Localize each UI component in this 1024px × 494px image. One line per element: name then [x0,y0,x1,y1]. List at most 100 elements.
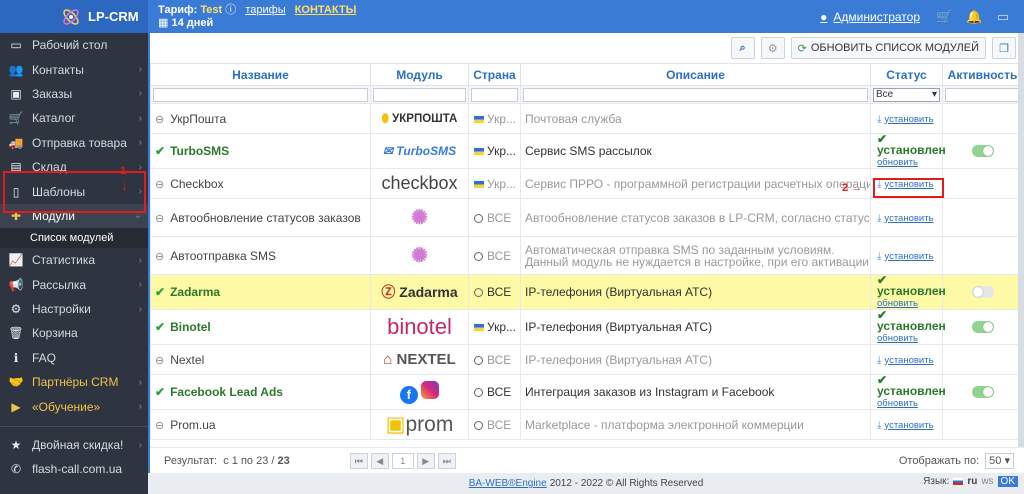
module-name: Nextel [170,352,205,367]
chevron-right-icon: › [138,376,142,388]
chat-icon[interactable]: ▭ [996,9,1010,24]
sidebar-item-education[interactable]: ▶ «Обучение» › [0,394,148,418]
brand-link[interactable]: BA-WEB®Engine [469,478,547,489]
col-status[interactable]: Статус [870,63,943,86]
description-line: Автоматическая отправка SMS по заданным … [525,242,835,257]
page-buttons: ⏮ ◀ 1 ▶ ⏭ [349,452,456,469]
sidebar-item-trash[interactable]: 🗑 Корзина [0,321,148,345]
sidebar-item-shipping[interactable]: 🚚 Отправка товара › [0,131,148,155]
refresh-modules-button[interactable]: ⟳ ОБНОВИТЬ СПИСОК МОДУЛЕЙ [790,37,986,59]
globe-icon [474,388,483,398]
table-row[interactable]: ✔ Binotel binotel Укр... IP-телефония (Ви… [150,309,1023,345]
check-circle-icon: ✔ [155,144,166,158]
language-label: Язык: [923,476,950,487]
tariffs-link[interactable]: тарифы [245,4,285,16]
logo[interactable]: LP-CRM [0,0,148,33]
per-page-value: 50 [989,454,1002,467]
col-module[interactable]: Модуль [370,63,469,86]
install-link[interactable]: установить [884,114,933,125]
activity-toggle[interactable] [971,386,994,398]
sidebar-item-settings[interactable]: ⚙ Настройки › [0,297,148,321]
sidebar-item-faq[interactable]: ℹ FAQ [0,346,148,370]
scrollbar[interactable] [1018,33,1024,473]
sidebar-item-contacts[interactable]: 👥 Контакты › [0,57,148,81]
sidebar-item-discount[interactable]: ★ Двойная скидка! › [0,433,148,457]
module-description: Marketplace - платформа электронной комм… [520,409,871,440]
modules-table: Название Модуль Страна Описание Статус А… [150,63,1023,440]
filter-country-input[interactable] [471,87,518,102]
filter-activity-input[interactable] [945,87,1020,102]
sidebar-item-partners[interactable]: 🤝 Партнёры CRM › [0,370,148,394]
settings-button[interactable]: ⚙ [760,37,785,59]
truck-icon: 🚚 [8,135,24,150]
table-row[interactable]: ⊖ УкрПошта ⬮ УКРПОШТА Укр... Почтовая слу… [150,103,1023,134]
copy-button[interactable]: ❐ [992,37,1016,59]
sidebar-item-catalog[interactable]: 🛒 Каталог › [0,106,148,130]
sidebar-item-label: Настройки [32,302,91,317]
table-row[interactable]: ⊖ Автообновление статусов заказов ✺ ВСЕ А… [150,198,1023,237]
table-row[interactable]: ⊖ Prom.ua ▣prom ВСЕ Marketplace - платфор… [150,409,1023,440]
table-row[interactable]: ✔ TurboSMS ✉ TurboSMS Укр... Сервис SMS р… [150,133,1023,169]
sidebar-item-flash-call[interactable]: ✆ flash-call.com.ua [0,457,148,481]
installed-status: установлен [877,143,946,157]
per-page: Отображать по: 50 ▾ [899,452,1014,469]
language-value[interactable]: ru [967,476,977,487]
update-link[interactable]: обновить [877,333,918,344]
col-description[interactable]: Описание [520,63,871,86]
sidebar-item-desktop[interactable]: ▭ Рабочий стол [0,33,148,57]
installed-status: установлен [877,319,946,333]
last-page-button[interactable]: ⏭ [437,452,456,469]
description-line: Данный модуль не нуждается в настройке, … [525,254,870,269]
filter-status-select[interactable]: Все ▾ [873,87,940,102]
country-value: ВСЕ [487,352,512,367]
sidebar-subitem-module-list[interactable]: Список модулей [0,228,148,249]
table-row[interactable]: ⊖ Автоотправка SMS ✺ ВСЕ Автоматическая о… [150,236,1023,275]
module-name: TurboSMS [170,144,230,158]
check-circle-icon: ✔ [155,385,166,399]
instagram-icon [421,380,440,399]
country-value: ВСЕ [487,210,512,225]
sidebar-item-mailing[interactable]: 📢 Рассылка › [0,273,148,297]
country-value: Укр... [487,176,517,191]
activity-toggle[interactable] [971,145,994,157]
contacts-link[interactable]: КОНТАКТЫ [295,4,357,16]
sidebar-item-orders[interactable]: ▣ Заказы › [0,82,148,106]
activity-toggle[interactable] [971,321,994,333]
search-button[interactable]: ⌕ [730,37,755,59]
install-link[interactable]: установить [884,355,933,366]
cart-icon[interactable]: 🛒 [936,9,952,24]
info-icon[interactable]: ⓘ [225,4,236,16]
filter-status-value: Все [876,88,894,100]
activity-toggle[interactable] [971,286,994,298]
table-row[interactable]: ⊖ Nextel ⌂ NEXTEL ВСЕ IP-телефония (Вирту… [150,344,1023,375]
refresh-icon: ⟳ [797,42,807,55]
install-link[interactable]: установить [884,420,933,431]
per-page-select[interactable]: 50 ▾ [985,452,1014,469]
sidebar-item-statistics[interactable]: 📈 Статистика › [0,248,148,272]
country-value: Укр... [487,320,517,334]
user-menu[interactable]: ● Администратор [820,10,920,24]
col-name[interactable]: Название [150,63,371,86]
page-input[interactable]: 1 [391,452,414,469]
next-page-button[interactable]: ▶ [416,452,435,469]
app: LP-CRM Тариф: Test ⓘ тарифы КОНТАКТЫ ▦ 1… [0,0,1024,494]
filter-name-input[interactable] [153,87,368,102]
globe-icon [474,288,483,298]
update-link[interactable]: обновить [877,398,918,409]
install-link[interactable]: установить [884,251,933,262]
col-activity[interactable]: Активность [942,63,1023,86]
update-link[interactable]: обновить [877,157,918,168]
table-row[interactable]: ✔ Facebook Lead Ads f ВСЕ Интеграция зака… [150,374,1023,410]
ok-button[interactable]: OK [997,476,1018,487]
table-row[interactable]: ✔ Zadarma Ⓩ Zadarma ВСЕ IP-телефония (Вир… [150,274,1023,310]
sidebar: ▭ Рабочий стол 👥 Контакты › ▣ Заказы › 🛒 Катал… [0,33,148,494]
filter-module-input[interactable] [373,87,466,102]
filter-description-input[interactable] [523,87,868,102]
install-link[interactable]: установить [884,213,933,224]
col-country[interactable]: Страна [468,63,521,86]
prev-page-button[interactable]: ◀ [370,452,389,469]
bell-icon[interactable]: 🔔 [966,9,982,24]
activity-cell [942,168,1023,199]
first-page-button[interactable]: ⏮ [349,452,368,469]
module-description: Автоматическая отправка SMS по заданным … [520,236,871,275]
